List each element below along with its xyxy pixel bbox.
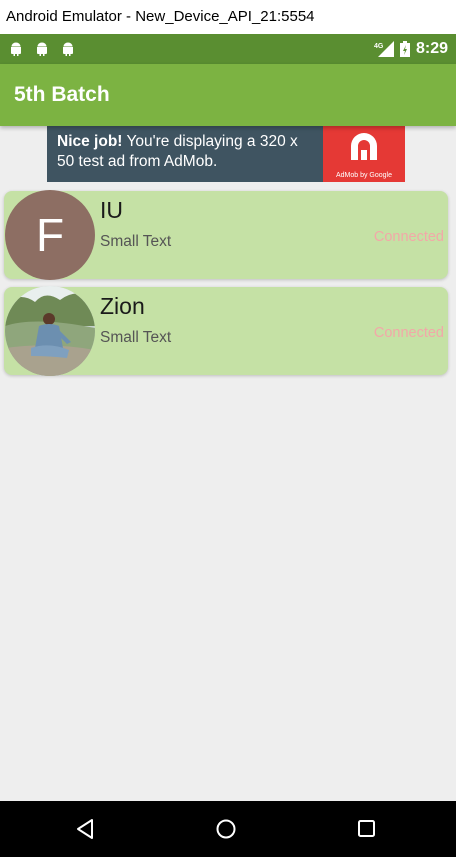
contact-card[interactable]: Zion Small Text Connected (4, 286, 448, 376)
contact-card[interactable]: F IU Small Text Connected (4, 190, 448, 280)
battery-icon (399, 41, 410, 57)
avatar: F (5, 190, 95, 280)
status-time: 8:29 (415, 40, 448, 57)
status-bar: 4G 8:29 (0, 34, 456, 64)
android-icon (37, 42, 47, 56)
ad-banner[interactable]: Nice job! You're displaying a 320 x 50 t… (47, 126, 405, 182)
person-photo-icon (5, 286, 95, 376)
network-type: 4G (374, 43, 384, 50)
app-bar: 5th Batch (0, 64, 456, 126)
contact-subtitle: Small Text (100, 329, 172, 346)
recents-button[interactable] (337, 801, 397, 857)
avatar-photo (5, 286, 95, 376)
contact-name: Zion (100, 293, 145, 319)
ad-logo-caption: AdMob by Google (335, 172, 393, 179)
signal-icon: 4G (374, 41, 394, 57)
status-icons: 4G 8:29 (374, 34, 448, 64)
connection-status: Connected (373, 229, 444, 245)
ad-bold-text: Nice job! (57, 133, 123, 150)
home-button[interactable] (196, 801, 256, 857)
connection-status: Connected (373, 325, 444, 341)
android-icon (63, 42, 73, 56)
window-title: Android Emulator - New_Device_API_21:555… (0, 0, 456, 34)
contact-subtitle: Small Text (100, 233, 172, 250)
app-title: 5th Batch (14, 83, 110, 106)
admob-logo: AdMob by Google (323, 126, 405, 182)
recents-icon (358, 820, 375, 837)
device-screen: 4G 8:29 5th Batch Nice job! You're displ… (0, 34, 456, 857)
admob-logo-icon (351, 133, 377, 160)
android-icon (11, 42, 21, 56)
back-icon (77, 819, 93, 839)
navigation-bar (0, 801, 456, 857)
contact-list: F IU Small Text Connected Zion Small Tex… (4, 190, 448, 383)
ad-text: Nice job! You're displaying a 320 x 50 t… (57, 132, 319, 172)
back-button[interactable] (55, 801, 115, 857)
home-icon (216, 819, 236, 839)
contact-name: IU (100, 197, 123, 223)
